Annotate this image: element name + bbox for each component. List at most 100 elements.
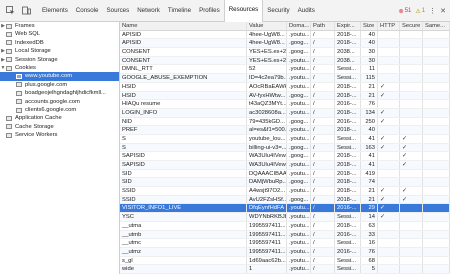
table-row[interactable]: LOGIN_INFO ac3028608a... .youtu.../2018-..…: [120, 108, 450, 118]
column-header[interactable]: Doma...: [287, 22, 311, 30]
tab-sources[interactable]: Sources: [103, 0, 134, 22]
table-cell: HIAQu resume: [120, 100, 247, 108]
table-cell: 1d69aac62b...: [249, 256, 287, 265]
tab-timeline[interactable]: Timeline: [164, 0, 195, 22]
table-row[interactable]: GOOGLE_ABUSE_EXEMPTION ID=4c2ea79b... .you…: [120, 74, 450, 83]
table-cell: [400, 221, 423, 230]
table-row[interactable]: __utma 1995597411... .youtu.../2018-... 63: [120, 221, 450, 231]
table-row[interactable]: HSIDAOcRBaEAWk....youtu.../2018-...21✓: [120, 82, 450, 92]
tab-profiles[interactable]: Profiles: [195, 0, 224, 22]
table-cell: 5: [361, 265, 378, 273]
column-header[interactable]: Secure: [400, 22, 423, 30]
sidebar-item[interactable]: plus.google.com: [0, 81, 119, 89]
column-header[interactable]: Name: [120, 22, 247, 30]
table-cell: /: [311, 65, 335, 74]
table-row[interactable]: s_gl 1d69aac62b... .youtu... / Sessi... 68: [120, 256, 450, 266]
table-row[interactable]: CONSENT YES+ES.es+2... .youtu.../2038... 30: [120, 56, 450, 66]
table-cell: 250: [361, 117, 378, 126]
more-menu-icon[interactable]: ⋮: [429, 7, 436, 15]
sidebar-item[interactable]: Web SQL: [0, 30, 119, 38]
inspect-element-icon[interactable]: [4, 5, 16, 17]
table-cell: [423, 239, 450, 247]
table-cell: /: [311, 178, 335, 187]
table-row[interactable]: SID DAMjWbuRp... .goog.../2018-... 74: [120, 178, 450, 188]
sidebar-item-label: Cookies: [15, 64, 36, 71]
table-cell: .goog...: [287, 143, 311, 152]
sidebar-item[interactable]: Cache Storage: [0, 123, 119, 131]
cookie-domain-icon: [16, 107, 22, 113]
table-row[interactable]: SIDDQAAACIBAA....youtu.../2018-...419: [120, 169, 450, 179]
sidebar-item[interactable]: clients6.google.com: [0, 106, 119, 114]
tab-resources[interactable]: Resources: [223, 0, 264, 22]
sidebar-item-label: www.youtube.com: [25, 73, 73, 80]
table-row[interactable]: Sbilling-ui-v3=... .goog... / Sessi... 163 ✓ ✓: [120, 143, 450, 153]
sidebar-item[interactable]: ▶ Frames: [0, 22, 119, 30]
table-row[interactable]: __utmb 1995597411... .youtu.../2016-... 33: [120, 230, 450, 240]
table-row[interactable]: PREF al=es&f1=500... .youtu.../2018-... 40: [120, 126, 450, 135]
table-cell: /: [311, 256, 335, 265]
warning-counter[interactable]: ⚠ 1: [415, 8, 425, 15]
sidebar-item[interactable]: ▼ Cookies: [0, 64, 119, 72]
table-cell: /: [311, 74, 335, 82]
sidebar-item-label: Service Workers: [15, 132, 58, 139]
column-header[interactable]: Expir...: [335, 22, 361, 30]
table-row[interactable]: NID 79=435kGD... .goog.../2016-... 250 ✓: [120, 117, 450, 127]
table-row[interactable]: VISITOR_INFO1_LIVE DfqEynfHdFA .youtu.../2…: [120, 204, 450, 214]
table-cell: CONSENT: [120, 56, 247, 65]
table-cell: 41: [361, 152, 378, 160]
table-cell: GOOGLE_ABUSE_EXEMPTION: [120, 74, 247, 82]
table-cell: [400, 265, 423, 273]
table-cell: t43aQZ3MYt...: [249, 100, 287, 108]
column-header[interactable]: Same...: [423, 22, 450, 30]
sidebar-item[interactable]: boadgeojelhgndaghljhdicfkmll...: [0, 89, 119, 97]
sidebar-item[interactable]: ▶ Session Storage: [0, 56, 119, 64]
sidebar-item[interactable]: IndexedDB: [0, 39, 119, 47]
tab-network[interactable]: Network: [133, 0, 164, 22]
tab-elements[interactable]: Elements: [38, 0, 72, 22]
column-header[interactable]: Size: [361, 22, 378, 30]
table-cell: [423, 39, 450, 48]
table-cell: .youtu...: [289, 230, 311, 239]
table-row[interactable]: HIAQu resume t43aQZ3MYt... .youtu.../2016-…: [120, 100, 450, 109]
table-cell: [423, 91, 450, 100]
table-row[interactable]: SAPISID WA3Ulu4IVew... .goog.../2018-... 41…: [120, 152, 450, 161]
column-header[interactable]: Value: [247, 22, 287, 30]
cookie-domain-icon: [16, 99, 22, 105]
tab-security[interactable]: Security: [263, 0, 293, 22]
table-row[interactable]: SSID AvU2FZsHSf... .goog.../2018-... 21 ✓ ✓: [120, 195, 450, 205]
table-row[interactable]: APISID 4hee-UgW8... .youtu.../2018-... 40: [120, 30, 450, 40]
column-header[interactable]: Path: [311, 22, 335, 30]
table-row[interactable]: DMNL_RTT 52 .youtu... / Sessi... 11: [120, 65, 450, 75]
close-devtools-icon[interactable]: ✕: [440, 7, 446, 15]
table-row[interactable]: SAPISID WA3Ulu4IVew... .youtu.../2018-... 4…: [120, 161, 450, 170]
sidebar-item[interactable]: ▶ Local Storage: [0, 47, 119, 55]
table-row[interactable]: SSID A4wsjt97O2... .youtu.../2018-... 21 ✓ ✓: [120, 187, 450, 196]
table-cell: ✓: [378, 82, 400, 91]
table-cell: [378, 256, 400, 265]
table-row[interactable]: CONSENT YES+ES.es+2... .goog.../2038... 30: [120, 48, 450, 57]
table-row[interactable]: __utmc 1995597411 .youtu... / Sessi... 16: [120, 239, 450, 248]
tab-audits[interactable]: Audits: [294, 0, 319, 22]
table-cell: 63: [361, 221, 378, 230]
table-row[interactable]: wide 1 .youtu... / Sessi... 5: [120, 265, 450, 274]
table-row[interactable]: APISID 4hee-UgW8... .goog.../2018-... 40: [120, 39, 450, 49]
table-cell: 2018-...: [335, 91, 361, 100]
column-header[interactable]: HTTP: [378, 22, 400, 30]
table-cell: [378, 221, 400, 230]
device-mode-icon[interactable]: [20, 5, 32, 17]
storage-icon: [6, 65, 12, 71]
table-cell: 1995597411...: [249, 247, 287, 256]
table-cell: [423, 65, 450, 74]
tab-console[interactable]: Console: [72, 0, 103, 22]
table-row[interactable]: Syoutube_lou... .youtu... / Sessi... 41 ✓ ✓: [120, 134, 450, 144]
table-row[interactable]: YSCWDYNbRKBJb....youtu.../Sessi...14✓: [120, 213, 450, 222]
table-cell: [423, 30, 450, 39]
error-counter[interactable]: ⊗ 51: [399, 8, 412, 15]
sidebar-item[interactable]: accounts.google.com: [0, 98, 119, 106]
table-row[interactable]: HSID AV-fyxHWtw... .goog.../2018-... 21 ✓: [120, 91, 450, 101]
sidebar-item[interactable]: Application Cache: [0, 114, 119, 122]
table-row[interactable]: __utmz 1995597411... .youtu.../2016-... 76: [120, 247, 450, 257]
sidebar-item[interactable]: www.youtube.com: [0, 72, 119, 81]
sidebar-item[interactable]: Service Workers: [0, 131, 119, 139]
table-cell: 1995597411: [247, 239, 287, 247]
